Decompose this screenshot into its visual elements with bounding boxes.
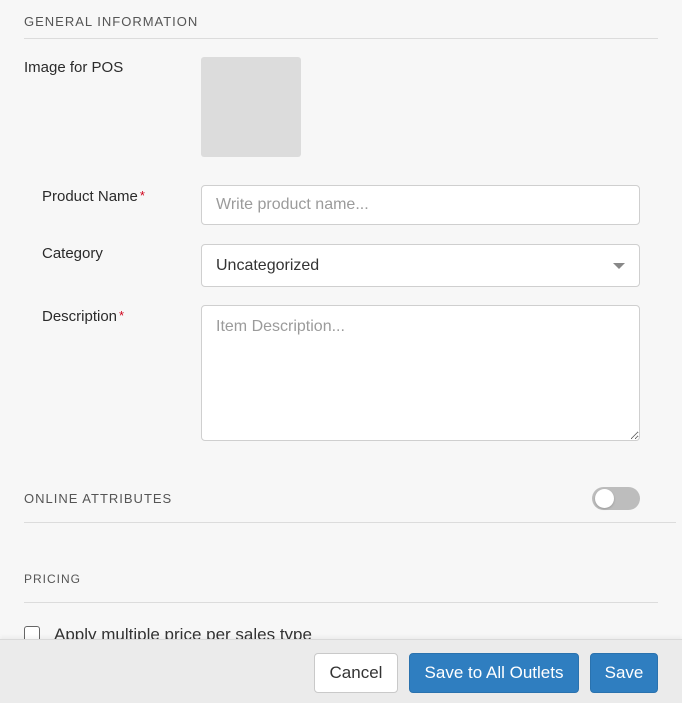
product-name-label-text: Product Name [42,188,138,205]
category-label: Category [42,245,103,262]
image-label: Image for POS [24,59,124,76]
category-select-value: Uncategorized [216,256,320,274]
chevron-down-icon [613,262,625,269]
divider [24,38,658,39]
divider [24,522,676,523]
divider [24,602,658,603]
footer-bar: Cancel Save to All Outlets Save [0,639,682,703]
product-name-label: Product Name * [42,188,145,205]
product-name-input[interactable] [201,185,640,225]
required-mark: * [139,188,145,203]
required-mark: * [119,308,125,323]
online-attributes-toggle[interactable] [592,487,640,510]
toggle-knob [595,489,614,508]
description-label-text: Description [42,308,118,325]
save-to-all-outlets-button[interactable]: Save to All Outlets [409,653,579,693]
cancel-button[interactable]: Cancel [314,653,398,693]
section-pricing-title: PRICING [24,572,82,586]
category-select[interactable]: Uncategorized [201,244,640,287]
description-label: Description * [42,308,124,325]
section-general-title: GENERAL INFORMATION [24,14,199,29]
save-button[interactable]: Save [590,653,658,693]
description-textarea[interactable] [201,305,640,441]
image-upload-box[interactable] [201,57,301,157]
section-online-title: ONLINE ATTRIBUTES [24,491,173,506]
